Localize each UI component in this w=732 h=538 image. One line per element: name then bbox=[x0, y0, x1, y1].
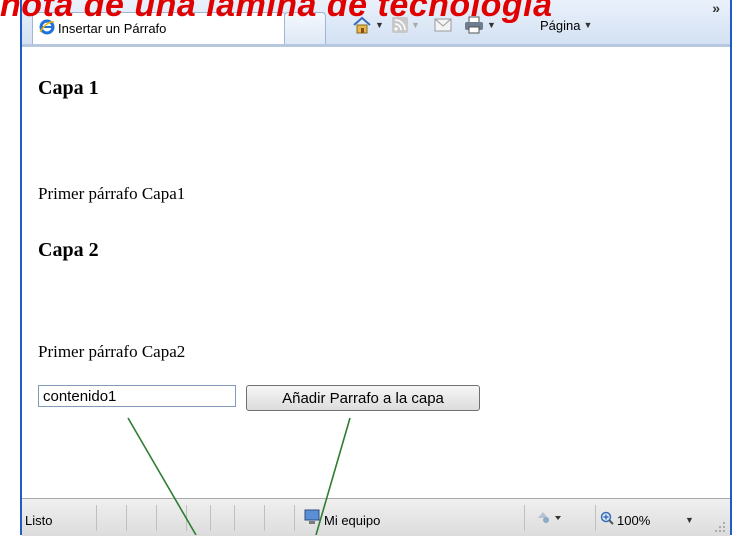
status-cell bbox=[234, 505, 235, 531]
content-input[interactable] bbox=[38, 385, 236, 407]
status-cell bbox=[524, 505, 525, 531]
status-cell bbox=[96, 505, 97, 531]
zoom-level[interactable]: 100% bbox=[617, 513, 650, 528]
status-cell bbox=[126, 505, 127, 531]
browser-window: Insertar un Párrafo ▼ ▼ ▼ Página ▼ » Cap… bbox=[20, 0, 732, 536]
heading-capa-2: Capa 2 bbox=[38, 239, 99, 261]
page-content: Capa 1 Primer párrafo Capa1 Capa 2 Prime… bbox=[22, 47, 730, 497]
zoom-icon bbox=[600, 511, 614, 530]
heading-capa-1: Capa 1 bbox=[38, 77, 99, 99]
status-bar: Listo Mi equipo 100% ▼ bbox=[22, 498, 730, 536]
resize-grip-icon[interactable] bbox=[714, 520, 726, 532]
status-cell bbox=[210, 505, 211, 531]
add-paragraph-button[interactable]: Añadir Parrafo a la capa bbox=[246, 385, 480, 411]
zoom-dropdown-icon[interactable]: ▼ bbox=[685, 515, 694, 525]
status-cell bbox=[294, 505, 295, 531]
computer-icon bbox=[304, 509, 320, 530]
overlay-title: nota de una lámina de tecnología bbox=[0, 0, 553, 24]
status-cell bbox=[156, 505, 157, 531]
status-text: Listo bbox=[25, 513, 53, 528]
chevron-down-icon: ▼ bbox=[583, 20, 593, 30]
paragraph-capa-1: Primer párrafo Capa1 bbox=[38, 184, 186, 203]
protected-mode-button[interactable] bbox=[537, 510, 563, 529]
toolbar-overflow-button[interactable]: » bbox=[712, 0, 720, 16]
status-cell bbox=[595, 505, 596, 531]
status-cell bbox=[264, 505, 265, 531]
status-cell bbox=[186, 505, 187, 531]
paragraph-capa-2: Primer párrafo Capa2 bbox=[38, 342, 186, 361]
zone-label: Mi equipo bbox=[324, 513, 381, 528]
